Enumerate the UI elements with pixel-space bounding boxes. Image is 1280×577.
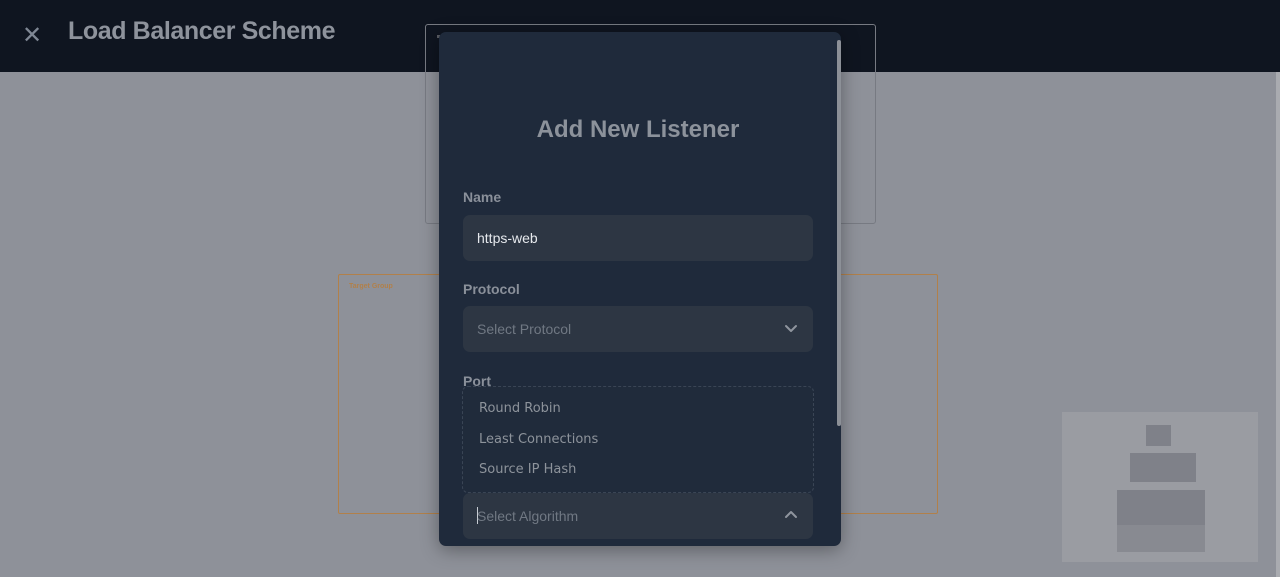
algorithm-select[interactable]: Select Algorithm [463, 493, 813, 539]
protocol-label: Protocol [463, 281, 520, 297]
add-listener-modal: Add New Listener Name https-web Protocol… [439, 32, 841, 546]
minimap-node [1117, 490, 1205, 525]
page-title: Load Balancer Scheme [68, 17, 336, 45]
dropdown-option-round-robin[interactable]: Round Robin [479, 401, 561, 416]
minimap-node [1117, 525, 1205, 552]
algorithm-placeholder: Select Algorithm [477, 508, 579, 524]
modal-scrollbar[interactable] [837, 40, 841, 426]
dropdown-option-source-ip-hash[interactable]: Source IP Hash [479, 462, 576, 477]
modal-title: Add New Listener [536, 116, 740, 143]
target-group-label: Target Group [349, 283, 393, 290]
minimap-node [1146, 425, 1171, 446]
algorithm-dropdown-menu: Round Robin Least Connections Source IP … [462, 386, 814, 493]
name-input-value: https-web [477, 230, 538, 246]
protocol-select[interactable]: Select Protocol [463, 306, 813, 352]
name-label: Name [463, 189, 502, 205]
page-scrollbar[interactable] [1276, 72, 1280, 577]
chevron-up-icon [785, 511, 797, 518]
dropdown-option-least-connections[interactable]: Least Connections [479, 432, 598, 447]
name-input[interactable]: https-web [463, 215, 813, 261]
close-icon[interactable]: ✕ [22, 24, 42, 48]
minimap-node [1130, 453, 1196, 482]
protocol-placeholder: Select Protocol [477, 321, 572, 337]
chevron-down-icon [785, 325, 797, 332]
